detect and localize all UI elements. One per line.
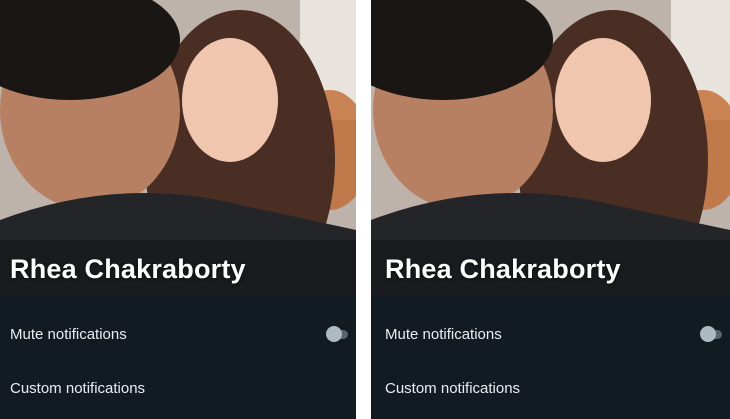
custom-notifications-row[interactable]: Custom notifications [371,368,730,408]
profile-photo-image [371,0,730,296]
notification-settings: Mute notifications Custom notifications [0,296,356,419]
contact-profile-photo[interactable]: Rhea Chakraborty [371,0,730,296]
contact-profile-photo[interactable]: Rhea Chakraborty [0,0,356,296]
mute-notifications-label: Mute notifications [385,325,502,343]
mute-notifications-label: Mute notifications [10,325,127,343]
toggle-knob [326,326,342,342]
notification-settings: Mute notifications Custom notifications [371,296,730,419]
mute-notifications-row[interactable]: Mute notifications [371,314,730,354]
contact-info-panel-right: Rhea Chakraborty Mute notifications Cust… [371,0,730,419]
contact-name: Rhea Chakraborty [10,254,246,284]
contact-name: Rhea Chakraborty [385,254,621,284]
profile-photo-image [0,0,356,296]
panel-separator [356,0,371,419]
contact-info-panel-left: Rhea Chakraborty Mute notifications Cust… [0,0,356,419]
toggle-knob [700,326,716,342]
custom-notifications-label: Custom notifications [385,379,521,397]
mute-notifications-toggle[interactable] [326,326,350,342]
mute-notifications-row[interactable]: Mute notifications [0,314,356,354]
mute-notifications-toggle[interactable] [700,326,724,342]
custom-notifications-label: Custom notifications [10,379,146,397]
custom-notifications-row[interactable]: Custom notifications [0,368,356,408]
